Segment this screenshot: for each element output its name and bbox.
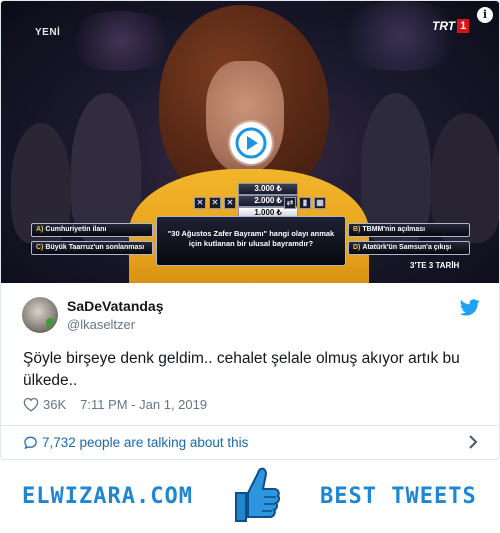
answer-text: TBMM'nin açılması xyxy=(362,226,426,233)
comment-icon xyxy=(24,436,37,449)
lifeline-hint-icon: ▮ xyxy=(299,197,311,209)
tweet-timestamp[interactable]: 7:11 PM - Jan 1, 2019 xyxy=(80,397,207,412)
answer-c: C) Büyük Taarruz'un sonlanması xyxy=(31,241,153,255)
quiz-question: "30 Ağustos Zafer Bayramı" hangi olayı a… xyxy=(156,216,346,266)
tweet-meta: 36K 7:11 PM - Jan 1, 2019 xyxy=(23,395,207,413)
heart-icon[interactable] xyxy=(23,397,39,412)
lifelines-used: ✕ ✕ ✕ xyxy=(194,197,236,211)
stage-light xyxy=(61,11,181,71)
audience-member xyxy=(361,93,431,243)
lifelines-available: ⇄ ▮ ▦ xyxy=(284,197,326,211)
answer-a: A) Cumhuriyetin ilanı xyxy=(31,223,153,237)
answer-text: Cumhuriyetin ilanı xyxy=(45,226,107,233)
tweet-video[interactable]: YENİ TRT 1 i 3.000 ₺ 2.000 ₺ 1.000 ₺ ✕ ✕… xyxy=(1,1,499,283)
play-icon xyxy=(235,127,267,159)
tweet-card: YENİ TRT 1 i 3.000 ₺ 2.000 ₺ 1.000 ₺ ✕ ✕… xyxy=(0,0,500,460)
conversation-count: 7,732 people are talking about this xyxy=(42,434,249,450)
answer-text: Büyük Taarruz'un sonlanması xyxy=(45,244,145,251)
chevron-right-icon[interactable] xyxy=(467,434,479,450)
lifeline-used-icon: ✕ xyxy=(194,197,206,209)
answer-letter: A) xyxy=(36,226,44,233)
trt1-logo: TRT 1 xyxy=(432,19,470,33)
lifeline-used-icon: ✕ xyxy=(209,197,221,209)
tweet-text: Şöyle birşeye denk geldim.. cehalet şela… xyxy=(23,350,460,389)
tagline: BEST TWEETS xyxy=(320,484,477,509)
site-name[interactable]: ELWIZARA.COM xyxy=(22,484,193,509)
lifeline-swap-icon: ⇄ xyxy=(284,197,296,209)
logo-text: TRT xyxy=(432,19,456,33)
display-name[interactable]: SaDeVatandaş xyxy=(67,298,164,314)
divider xyxy=(1,425,499,426)
avatar-leaf-icon xyxy=(46,318,53,327)
answer-text: Atatürk'ün Samsun'a çıkışı xyxy=(362,244,452,251)
answer-d: D) Atatürk'ün Samsun'a çıkışı xyxy=(348,241,470,255)
answer-b: B) TBMM'nin açılması xyxy=(348,223,470,237)
twitter-bird-icon[interactable] xyxy=(460,299,480,316)
answer-letter: B) xyxy=(353,226,361,233)
stage-light xyxy=(331,1,471,71)
channel-label: YENİ xyxy=(35,27,61,38)
thumbs-up-icon xyxy=(235,467,280,522)
lifeline-board-icon: ▦ xyxy=(314,197,326,209)
conversation-link[interactable]: 7,732 people are talking about this xyxy=(23,433,248,451)
logo-number: 1 xyxy=(457,19,470,33)
user-handle[interactable]: @lkaseltzer xyxy=(67,317,135,332)
answer-letter: C) xyxy=(36,244,44,251)
lifeline-used-icon: ✕ xyxy=(224,197,236,209)
avatar[interactable] xyxy=(22,297,58,333)
answer-letter: D) xyxy=(353,244,361,251)
like-count[interactable]: 36K xyxy=(43,397,66,412)
play-button[interactable] xyxy=(230,122,272,164)
info-icon[interactable]: i xyxy=(477,7,493,23)
money-step: 3.000 ₺ xyxy=(238,183,298,195)
segment-tag: 3'TE 3 TARİH xyxy=(410,261,460,270)
